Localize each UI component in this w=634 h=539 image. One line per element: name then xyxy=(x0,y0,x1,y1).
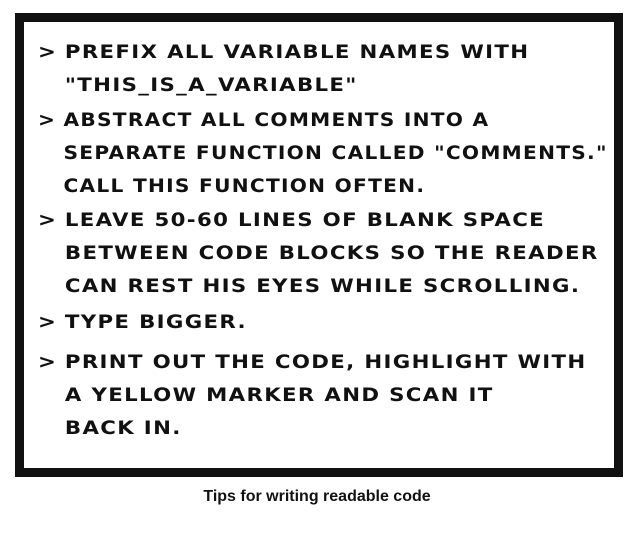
tip-1-line-1: PREFIX ALL VARIABLE NAMES WITH xyxy=(64,41,530,63)
tip-2-line-2: SEPARATE FUNCTION CALLED "COMMENTS." xyxy=(63,142,608,164)
tip-line: BETWEEN CODE BLOCKS SO THE READER xyxy=(38,237,599,270)
tip-line: A YELLOW MARKER AND SCAN IT xyxy=(38,379,587,412)
tip-5-line-1: PRINT OUT THE CODE, HIGHLIGHT WITH xyxy=(64,351,587,373)
tip-line: BACK IN. xyxy=(38,412,587,445)
image-caption: Tips for writing readable code xyxy=(203,488,431,505)
bullet-arrow-icon: > xyxy=(38,41,58,63)
tip-5: > PRINT OUT THE CODE, HIGHLIGHT WITH A YE… xyxy=(38,346,587,445)
tip-1-line-2: "THIS_IS_A_VARIABLE" xyxy=(64,74,358,96)
tip-5-line-3: BACK IN. xyxy=(64,417,182,439)
tip-line: "THIS_IS_A_VARIABLE" xyxy=(38,69,529,102)
tip-3-line-3: CAN REST HIS EYES WHILE SCROLLING. xyxy=(64,275,581,297)
tip-2: > ABSTRACT ALL COMMENTS INTO A SEPARATE F… xyxy=(38,104,608,203)
tip-line: CALL THIS FUNCTION OFTEN. xyxy=(38,170,608,203)
tip-4: > TYPE BIGGER. xyxy=(38,306,247,339)
bullet-arrow-icon: > xyxy=(38,109,57,131)
bullet-arrow-icon: > xyxy=(38,311,58,333)
image-frame: > PREFIX ALL VARIABLE NAMES WITH "THIS_IS… xyxy=(15,13,623,477)
tip-line: > PRINT OUT THE CODE, HIGHLIGHT WITH xyxy=(38,346,587,379)
tip-5-line-2: A YELLOW MARKER AND SCAN IT xyxy=(64,384,494,406)
bullet-arrow-icon: > xyxy=(38,209,58,231)
tip-line: > PREFIX ALL VARIABLE NAMES WITH xyxy=(38,36,529,69)
tip-4-line-1: TYPE BIGGER. xyxy=(64,311,247,333)
tip-3-line-1: LEAVE 50-60 LINES OF BLANK SPACE xyxy=(64,209,546,231)
tip-3: > LEAVE 50-60 LINES OF BLANK SPACE BETWEE… xyxy=(38,204,599,303)
bullet-arrow-icon: > xyxy=(38,351,58,373)
tip-line: > ABSTRACT ALL COMMENTS INTO A xyxy=(38,104,608,137)
tip-line: CAN REST HIS EYES WHILE SCROLLING. xyxy=(38,270,599,303)
tip-line: SEPARATE FUNCTION CALLED "COMMENTS." xyxy=(38,137,608,170)
tip-line: > TYPE BIGGER. xyxy=(38,306,247,339)
tip-2-line-3: CALL THIS FUNCTION OFTEN. xyxy=(63,175,426,197)
handwritten-card: > PREFIX ALL VARIABLE NAMES WITH "THIS_IS… xyxy=(24,22,614,468)
tip-line: > LEAVE 50-60 LINES OF BLANK SPACE xyxy=(38,204,599,237)
tip-1: > PREFIX ALL VARIABLE NAMES WITH "THIS_IS… xyxy=(38,36,529,102)
tip-3-line-2: BETWEEN CODE BLOCKS SO THE READER xyxy=(64,242,599,264)
tip-2-line-1: ABSTRACT ALL COMMENTS INTO A xyxy=(63,109,490,131)
